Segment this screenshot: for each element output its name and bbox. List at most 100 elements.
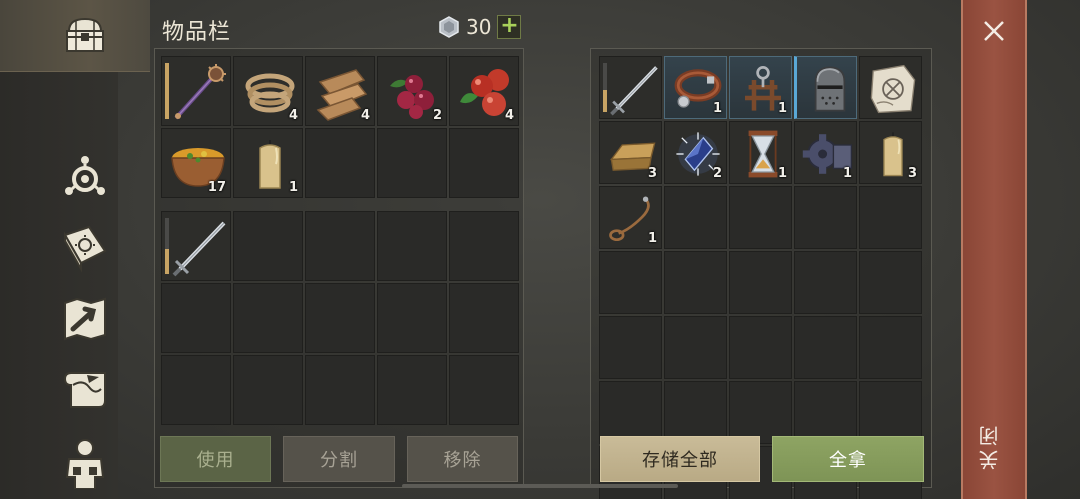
scroll-indicator <box>402 484 678 488</box>
container-slot-empty[interactable] <box>599 251 662 314</box>
container-slot-empty[interactable] <box>794 251 857 314</box>
close-panel[interactable]: 关闭 <box>961 0 1027 499</box>
sidebar <box>0 0 150 499</box>
inventory-slot-empty[interactable] <box>305 283 375 353</box>
inventory-grid-bottom <box>161 211 519 425</box>
sidebar-tab-skills[interactable] <box>58 150 112 204</box>
container-slot-empty[interactable] <box>664 186 727 249</box>
item-quantity: 1 <box>712 101 722 116</box>
container-slot-map[interactable] <box>859 56 922 119</box>
container-slot-empty[interactable] <box>859 186 922 249</box>
skills-icon <box>65 156 105 195</box>
container-slot-empty[interactable] <box>794 186 857 249</box>
container-grid: 1 1 3 2 1 1 3 1 <box>599 56 922 499</box>
page-title: 物品栏 <box>162 20 232 45</box>
inventory-slot-apples[interactable]: 4 <box>449 56 519 126</box>
inventory-slot-cloth[interactable]: 4 <box>305 56 375 126</box>
item-quantity: 1 <box>777 166 787 181</box>
container-slot-leash[interactable]: 1 <box>599 186 662 249</box>
inventory-slot-rope[interactable]: 4 <box>233 56 303 126</box>
inventory-slot-mace[interactable] <box>161 56 231 126</box>
inventory-slot-empty[interactable] <box>161 283 231 353</box>
recipe-book-icon <box>63 225 107 273</box>
item-quantity: 1 <box>288 180 298 195</box>
remove-button[interactable]: 移除 <box>407 436 518 482</box>
item-quantity: 2 <box>712 166 722 181</box>
container-slot-empty[interactable] <box>729 381 792 444</box>
use-button[interactable]: 使用 <box>160 436 271 482</box>
store-all-button[interactable]: 存储全部 <box>600 436 760 482</box>
container-slot-empty[interactable] <box>729 186 792 249</box>
close-button[interactable] <box>977 14 1011 48</box>
sidebar-tab-recipes[interactable] <box>58 220 112 274</box>
inventory-slot-empty[interactable] <box>161 355 231 425</box>
item-quantity: 1 <box>647 231 657 246</box>
inventory-slot-empty[interactable] <box>233 355 303 425</box>
inventory-slot-empty[interactable] <box>305 355 375 425</box>
inventory-slot-berries[interactable]: 2 <box>377 56 447 126</box>
inventory-slot-stew[interactable]: 17 <box>161 128 231 198</box>
container-slot-empty[interactable] <box>859 316 922 379</box>
item-quantity: 3 <box>907 166 917 181</box>
container-slot-empty[interactable] <box>664 381 727 444</box>
container-slot-helmet[interactable] <box>794 56 857 119</box>
sidebar-tab-map[interactable] <box>58 292 112 346</box>
inventory-slot-empty[interactable] <box>377 211 447 281</box>
container-slot-harness[interactable]: 1 <box>729 56 792 119</box>
sidebar-tab-character[interactable] <box>58 436 112 490</box>
container-slot-collar[interactable]: 1 <box>664 56 727 119</box>
sword-icon <box>610 66 658 116</box>
inventory-slot-empty[interactable] <box>377 355 447 425</box>
item-quantity: 1 <box>777 101 787 116</box>
inventory-slot-empty[interactable] <box>377 283 447 353</box>
inventory-slot-candle[interactable]: 1 <box>233 128 303 198</box>
item-quantity: 1 <box>842 166 852 181</box>
sidebar-tab-quests[interactable] <box>58 362 112 416</box>
container-slot-gear[interactable]: 1 <box>794 121 857 184</box>
container-slot-empty[interactable] <box>664 251 727 314</box>
sidebar-tab-inventory[interactable] <box>58 8 112 62</box>
container-slot-ingot[interactable]: 3 <box>599 121 662 184</box>
container-slot-empty[interactable] <box>729 251 792 314</box>
inventory-slot-empty[interactable] <box>449 355 519 425</box>
knight-helmet-icon <box>814 66 846 112</box>
inventory-slot-empty[interactable] <box>305 128 375 198</box>
mace-icon <box>174 64 226 120</box>
item-quantity: 4 <box>504 108 514 123</box>
container-slot-empty[interactable] <box>794 381 857 444</box>
character-icon <box>65 439 105 489</box>
close-label: 关闭 <box>978 422 1002 470</box>
container-slot-sword[interactable] <box>599 56 662 119</box>
inventory-slot-empty[interactable] <box>233 211 303 281</box>
container-slot-candle[interactable]: 3 <box>859 121 922 184</box>
inventory-slot-sword[interactable] <box>161 211 231 281</box>
inventory-slot-empty[interactable] <box>449 211 519 281</box>
item-quantity: 4 <box>360 108 370 123</box>
gem-icon <box>439 16 459 38</box>
close-icon <box>984 21 1004 41</box>
inventory-slot-empty[interactable] <box>305 211 375 281</box>
inventory-slot-empty[interactable] <box>449 128 519 198</box>
inventory-slot-empty[interactable] <box>377 128 447 198</box>
container-slot-empty[interactable] <box>859 251 922 314</box>
gem-counter: 30 + <box>438 14 522 40</box>
container-slot-empty[interactable] <box>599 316 662 379</box>
container-slot-hourglass[interactable]: 1 <box>729 121 792 184</box>
map-icon <box>64 297 106 341</box>
container-slot-empty[interactable] <box>859 381 922 444</box>
gem-count-value: 30 <box>466 15 492 39</box>
take-all-button[interactable]: 全拿 <box>772 436 924 482</box>
split-button[interactable]: 分割 <box>283 436 395 482</box>
treasure-map-icon <box>870 64 916 114</box>
item-quantity: 3 <box>647 166 657 181</box>
container-slot-empty[interactable] <box>599 381 662 444</box>
add-gems-button[interactable]: + <box>497 15 522 39</box>
container-slot-empty[interactable] <box>794 316 857 379</box>
inventory-slot-empty[interactable] <box>449 283 519 353</box>
scroll-icon <box>63 372 106 408</box>
item-quantity: 4 <box>288 108 298 123</box>
inventory-slot-empty[interactable] <box>233 283 303 353</box>
container-slot-empty[interactable] <box>729 316 792 379</box>
container-slot-empty[interactable] <box>664 316 727 379</box>
container-slot-crystal[interactable]: 2 <box>664 121 727 184</box>
